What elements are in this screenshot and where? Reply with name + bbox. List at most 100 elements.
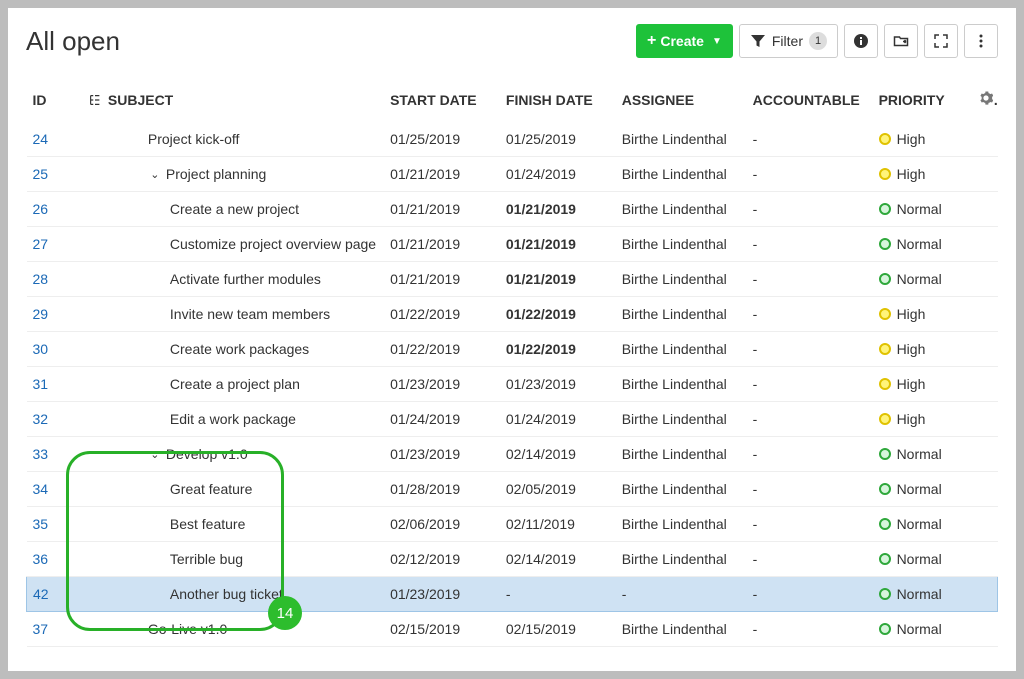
assignee[interactable]: Birthe Lindenthal	[616, 437, 747, 472]
accountable[interactable]: -	[747, 192, 873, 227]
table-row[interactable]: 32Edit a work package01/24/201901/24/201…	[27, 402, 998, 437]
chevron-down-icon[interactable]: ⌄	[148, 168, 162, 181]
finish-date[interactable]: 02/11/2019	[500, 507, 616, 542]
table-row[interactable]: 37Go-Live v1.002/15/201902/15/2019Birthe…	[27, 612, 998, 647]
accountable[interactable]: -	[747, 577, 873, 612]
assignee[interactable]: Birthe Lindenthal	[616, 402, 747, 437]
more-button[interactable]	[964, 24, 998, 58]
table-row[interactable]: 27Customize project overview page01/21/2…	[27, 227, 998, 262]
subject-text[interactable]: Project kick-off	[148, 131, 240, 147]
work-package-id[interactable]: 34	[33, 481, 49, 497]
table-row[interactable]: 42Another bug ticket01/23/2019---Normal	[27, 577, 998, 612]
finish-date[interactable]: 01/21/2019	[500, 192, 616, 227]
subject-text[interactable]: Develop v1.0	[166, 446, 248, 462]
assignee[interactable]: -	[616, 577, 747, 612]
table-row[interactable]: 28 Activate further modules 01/21/201901/2…	[27, 262, 998, 297]
subject-text[interactable]: Another bug ticket	[170, 586, 283, 602]
assignee[interactable]: Birthe Lindenthal	[616, 612, 747, 647]
subject-text[interactable]: Terrible bug	[170, 551, 243, 567]
finish-date[interactable]: 02/14/2019	[500, 542, 616, 577]
col-settings[interactable]	[973, 82, 997, 122]
finish-date[interactable]: 02/05/2019	[500, 472, 616, 507]
table-row[interactable]: 26Create a new project01/21/201901/21/20…	[27, 192, 998, 227]
accountable[interactable]: -	[747, 542, 873, 577]
table-row[interactable]: 36Terrible bug02/12/201902/14/2019Birthe…	[27, 542, 998, 577]
subject-text[interactable]: Invite new team members	[170, 306, 330, 322]
subject-text[interactable]: Best feature	[170, 516, 246, 532]
finish-date[interactable]: -	[500, 577, 616, 612]
assignee[interactable]: Birthe Lindenthal	[616, 367, 747, 402]
filter-button[interactable]: Filter 1	[739, 24, 838, 58]
accountable[interactable]: -	[747, 227, 873, 262]
start-date[interactable]: 01/23/2019	[384, 437, 500, 472]
col-finish[interactable]: FINISH DATE	[500, 82, 616, 122]
priority-cell[interactable]: High	[879, 306, 968, 322]
start-date[interactable]: 01/21/2019	[384, 157, 500, 192]
start-date[interactable]: 01/21/2019	[384, 227, 500, 262]
work-package-id[interactable]: 27	[33, 236, 49, 252]
work-package-id[interactable]: 28	[33, 271, 49, 287]
work-package-id[interactable]: 37	[33, 621, 49, 637]
subject-text[interactable]: Activate further modules	[170, 271, 321, 287]
start-date[interactable]: 01/24/2019	[384, 402, 500, 437]
finish-date[interactable]: 02/14/2019	[500, 437, 616, 472]
table-row[interactable]: 24Project kick-off01/25/201901/25/2019Bi…	[27, 122, 998, 157]
work-package-id[interactable]: 31	[33, 376, 49, 392]
finish-date[interactable]: 01/21/2019	[500, 227, 616, 262]
work-package-id[interactable]: 24	[33, 131, 49, 147]
assignee[interactable]: Birthe Lindenthal	[616, 262, 747, 297]
subject-text[interactable]: Create a new project	[170, 201, 299, 217]
export-button[interactable]	[884, 24, 918, 58]
accountable[interactable]: -	[747, 612, 873, 647]
assignee[interactable]: Birthe Lindenthal	[616, 332, 747, 367]
col-start[interactable]: START DATE	[384, 82, 500, 122]
finish-date[interactable]: 01/25/2019	[500, 122, 616, 157]
assignee[interactable]: Birthe Lindenthal	[616, 192, 747, 227]
assignee[interactable]: Birthe Lindenthal	[616, 157, 747, 192]
col-assignee[interactable]: ASSIGNEE	[616, 82, 747, 122]
subject-text[interactable]: Edit a work package	[170, 411, 296, 427]
table-row[interactable]: 35Best feature02/06/201902/11/2019Birthe…	[27, 507, 998, 542]
accountable[interactable]: -	[747, 262, 873, 297]
work-package-id[interactable]: 29	[33, 306, 49, 322]
assignee[interactable]: Birthe Lindenthal	[616, 227, 747, 262]
chevron-down-icon[interactable]: ⌄	[148, 448, 162, 461]
priority-cell[interactable]: Normal	[879, 446, 968, 462]
start-date[interactable]: 01/28/2019	[384, 472, 500, 507]
subject-text[interactable]: Create a project plan	[170, 376, 300, 392]
work-package-id[interactable]: 42	[33, 586, 49, 602]
start-date[interactable]: 02/06/2019	[384, 507, 500, 542]
priority-cell[interactable]: Normal	[879, 516, 968, 532]
finish-date[interactable]: 01/21/2019	[500, 262, 616, 297]
table-row[interactable]: 31Create a project plan01/23/201901/23/2…	[27, 367, 998, 402]
table-row[interactable]: 30Create work packages01/22/201901/22/20…	[27, 332, 998, 367]
priority-cell[interactable]: Normal	[879, 236, 968, 252]
finish-date[interactable]: 02/15/2019	[500, 612, 616, 647]
table-row[interactable]: 25⌄Project planning01/21/201901/24/2019B…	[27, 157, 998, 192]
subject-text[interactable]: Create work packages	[170, 341, 309, 357]
priority-cell[interactable]: Normal	[879, 551, 968, 567]
start-date[interactable]: 01/22/2019	[384, 332, 500, 367]
accountable[interactable]: -	[747, 157, 873, 192]
finish-date[interactable]: 01/22/2019	[500, 297, 616, 332]
accountable[interactable]: -	[747, 297, 873, 332]
work-package-id[interactable]: 36	[33, 551, 49, 567]
accountable[interactable]: -	[747, 507, 873, 542]
accountable[interactable]: -	[747, 402, 873, 437]
table-row[interactable]: 33 ⌄ Develop v1.0 01/23/201902/14/2019Birth…	[27, 437, 998, 472]
finish-date[interactable]: 01/22/2019	[500, 332, 616, 367]
assignee[interactable]: Birthe Lindenthal	[616, 507, 747, 542]
start-date[interactable]: 01/23/2019	[384, 577, 500, 612]
table-row[interactable]: 29 Invite new team members 01/22/201901/22…	[27, 297, 998, 332]
priority-cell[interactable]: Normal	[879, 271, 968, 287]
start-date[interactable]: 01/21/2019	[384, 192, 500, 227]
start-date[interactable]: 01/22/2019	[384, 297, 500, 332]
subject-text[interactable]: Go-Live v1.0	[148, 621, 227, 637]
accountable[interactable]: -	[747, 437, 873, 472]
accountable[interactable]: -	[747, 472, 873, 507]
col-priority[interactable]: PRIORITY	[873, 82, 974, 122]
start-date[interactable]: 02/15/2019	[384, 612, 500, 647]
start-date[interactable]: 01/21/2019	[384, 262, 500, 297]
work-package-id[interactable]: 32	[33, 411, 49, 427]
work-package-id[interactable]: 33	[33, 446, 49, 462]
